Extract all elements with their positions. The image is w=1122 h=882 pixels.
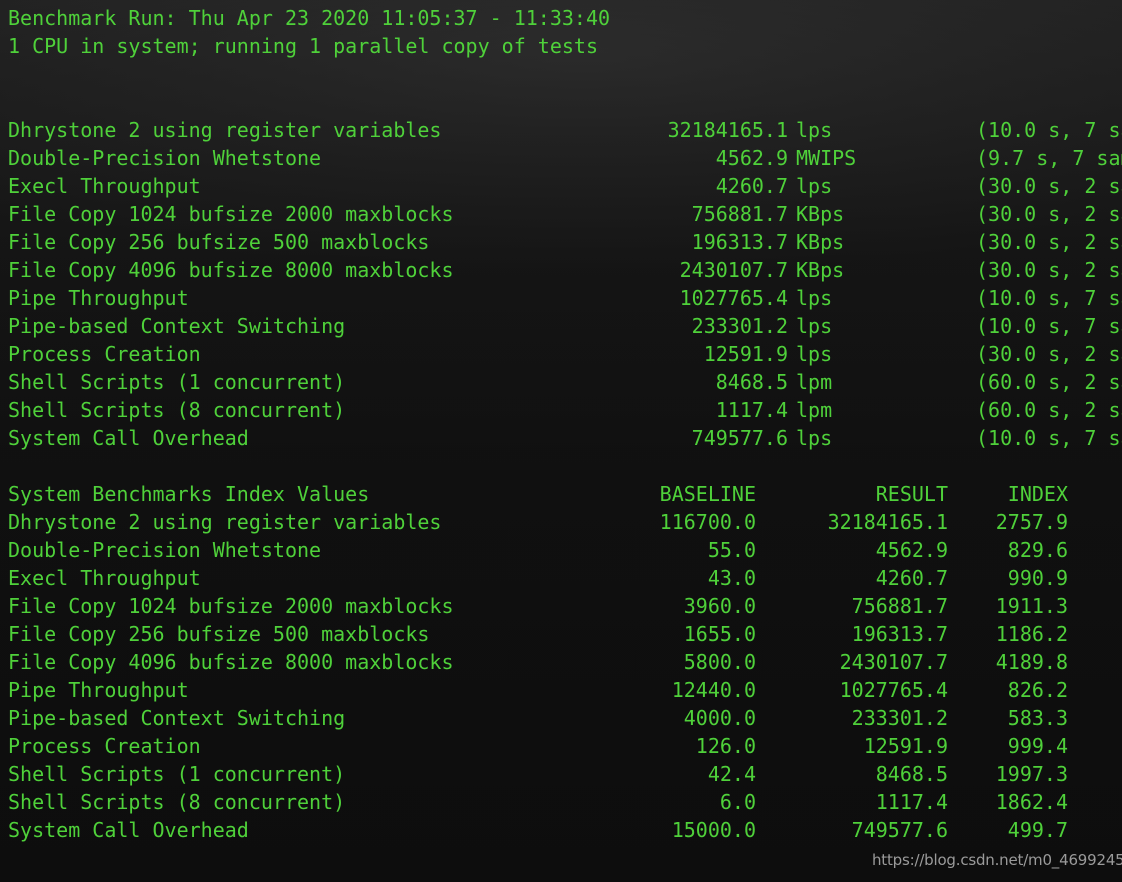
index-baseline-value: 4000.0 xyxy=(683,706,756,730)
index-baseline-value: 116700.0 xyxy=(659,510,756,534)
benchmark-run-line: Benchmark Run: Thu Apr 23 2020 11:05:37 … xyxy=(8,6,611,30)
benchmark-result-row: System Call Overhead 749577.6 lps (10.0 s, … xyxy=(8,426,1122,450)
benchmark-value: 32184165.1 xyxy=(667,118,788,142)
index-value-row: System Call Overhead 15000.0 749577.6 499.7 xyxy=(8,816,1114,844)
benchmark-unit: lps xyxy=(796,342,833,366)
index-index-value: 1862.4 xyxy=(995,790,1068,814)
index-result-value: 756881.7 xyxy=(851,594,948,618)
benchmark-result-row: Pipe Throughput1027765.4lps(10.0 s, 7 sa… xyxy=(8,286,1122,310)
benchmark-unit: MWIPS xyxy=(796,146,857,170)
terminal-window[interactable]: Benchmark Run: Thu Apr 23 2020 11:05:37 … xyxy=(0,0,1122,882)
benchmark-result-row: Process Creation12591.9lps(30.0 s, 2 sam… xyxy=(8,342,1122,366)
benchmark-value: 1027765.4 xyxy=(679,286,788,310)
index-score-row: System Benchmarks Index Score 1279.6 xyxy=(8,872,1114,882)
benchmark-value: 233301.2 xyxy=(691,314,788,338)
index-value-row: Double-Precision Whetstone 55.0 4562.9 829.… xyxy=(8,536,1114,564)
index-value-row: File Copy 4096 bufsize 8000 maxblocks 580… xyxy=(8,648,1114,676)
index-result-value: 749577.6 xyxy=(851,818,948,842)
benchmark-value: 2430107.7 xyxy=(679,258,788,282)
benchmark-value: 196313.7 xyxy=(691,230,788,254)
index-value-row: Execl Throughput 43.0 4260.7 990.9 xyxy=(8,564,1114,592)
index-table-header-row: System Benchmarks Index Values BASELINE … xyxy=(8,480,1114,508)
index-index-value: 499.7 xyxy=(1007,818,1068,842)
benchmark-unit: lps xyxy=(796,286,833,310)
benchmark-result-row: File Copy 256 bufsize 500 maxblocks 19631… xyxy=(8,230,1122,254)
benchmark-unit: lpm xyxy=(796,370,833,394)
index-value-row: Pipe Throughput 12440.0 1027765.4 826.2 xyxy=(8,676,1114,704)
benchmark-unit: KBps xyxy=(796,258,845,282)
benchmark-value: 756881.7 xyxy=(691,202,788,226)
benchmark-unit: lpm xyxy=(796,398,833,422)
index-index-value: 990.9 xyxy=(1007,566,1068,590)
index-index-value: 2757.9 xyxy=(995,510,1068,534)
benchmark-result-row: Shell Scripts (8 concurrent) 1117.4 lpm (60… xyxy=(8,398,1122,422)
index-result-value: 8468.5 xyxy=(875,762,948,786)
benchmark-value: 12591.9 xyxy=(703,342,788,366)
benchmark-result-row: File Copy 4096 bufsize 8000 maxblocks 243… xyxy=(8,258,1122,282)
column-header-baseline: BASELINE xyxy=(659,482,756,506)
index-index-value: 999.4 xyxy=(1007,734,1068,758)
index-value-row: Pipe-based Context Switching 4000.0 233301… xyxy=(8,704,1114,732)
benchmark-value: 4562.9 xyxy=(715,146,788,170)
terminal-screen: Benchmark Run: Thu Apr 23 2020 11:05:37 … xyxy=(8,4,1122,882)
index-baseline-value: 3960.0 xyxy=(683,594,756,618)
index-value-row: Process Creation 126.0 12591.9 999.4 xyxy=(8,732,1114,760)
index-value-row: File Copy 256 bufsize 500 maxblocks 1655.… xyxy=(8,620,1114,648)
index-baseline-value: 5800.0 xyxy=(683,650,756,674)
benchmark-result-row: Double-Precision Whetstone 4562.9 MWIPS (9.… xyxy=(8,146,1122,170)
index-baseline-value: 12440.0 xyxy=(671,678,756,702)
index-index-value: 829.6 xyxy=(1007,538,1068,562)
benchmark-value: 8468.5 xyxy=(715,370,788,394)
benchmark-unit: KBps xyxy=(796,202,845,226)
index-baseline-value: 1655.0 xyxy=(683,622,756,646)
index-baseline-value: 126.0 xyxy=(695,734,756,758)
index-value-row: Shell Scripts (1 concurrent) 42.4 8468.5 19… xyxy=(8,760,1114,788)
benchmark-unit: lps xyxy=(796,314,833,338)
index-result-value: 196313.7 xyxy=(851,622,948,646)
benchmark-value: 749577.6 xyxy=(691,426,788,450)
index-result-value: 1027765.4 xyxy=(839,678,948,702)
index-result-value: 2430107.7 xyxy=(839,650,948,674)
index-result-value: 4562.9 xyxy=(875,538,948,562)
index-values-block: Dhrystone 2 using register variables 1167… xyxy=(8,508,1114,844)
index-result-value: 12591.9 xyxy=(863,734,948,758)
index-index-value: 4189.8 xyxy=(995,650,1068,674)
index-value-row: Shell Scripts (8 concurrent) 6.0 1117.4 186… xyxy=(8,788,1114,816)
benchmark-results-block: Dhrystone 2 using register variables 3218… xyxy=(8,116,1122,452)
index-baseline-value: 55.0 xyxy=(707,538,756,562)
column-header-result: RESULT xyxy=(875,482,948,506)
index-index-value: 1186.2 xyxy=(995,622,1068,646)
watermark-url: https://blog.csdn.net/m0_46992454 xyxy=(872,851,1122,869)
benchmark-result-row: Pipe-based Context Switching 233301.2 lps(… xyxy=(8,314,1122,338)
benchmark-unit: lps xyxy=(796,426,833,450)
cpu-info-line: 1 CPU in system; running 1 parallel copy… xyxy=(8,34,599,58)
index-baseline-value: 6.0 xyxy=(719,790,756,814)
benchmark-result-row: Dhrystone 2 using register variables 3218… xyxy=(8,118,1122,142)
benchmark-value: 1117.4 xyxy=(715,398,788,422)
index-index-value: 1997.3 xyxy=(995,762,1068,786)
benchmark-unit: KBps xyxy=(796,230,845,254)
index-baseline-value: 43.0 xyxy=(707,566,756,590)
index-result-value: 4260.7 xyxy=(875,566,948,590)
index-result-value: 1117.4 xyxy=(875,790,948,814)
benchmark-unit: lps xyxy=(796,174,833,198)
benchmark-result-row: File Copy 1024 bufsize 2000 maxblocks 756… xyxy=(8,202,1122,226)
index-index-value: 826.2 xyxy=(1007,678,1068,702)
benchmark-result-row: Shell Scripts (1 concurrent) 8468.5 lpm (60… xyxy=(8,370,1122,394)
benchmark-value: 4260.7 xyxy=(715,174,788,198)
index-index-value: 1911.3 xyxy=(995,594,1068,618)
benchmark-unit: lps xyxy=(796,118,833,142)
index-index-value: 583.3 xyxy=(1007,706,1068,730)
index-result-value: 233301.2 xyxy=(851,706,948,730)
index-value-row: Dhrystone 2 using register variables 1167… xyxy=(8,508,1114,536)
column-header-index: INDEX xyxy=(1007,482,1068,506)
benchmark-result-row: Execl Throughput4260.7lps(30.0 s, 2 samp… xyxy=(8,174,1122,198)
index-value-row: File Copy 1024 bufsize 2000 maxblocks 396… xyxy=(8,592,1114,620)
index-baseline-value: 15000.0 xyxy=(671,818,756,842)
index-result-value: 32184165.1 xyxy=(827,510,948,534)
index-baseline-value: 42.4 xyxy=(707,762,756,786)
